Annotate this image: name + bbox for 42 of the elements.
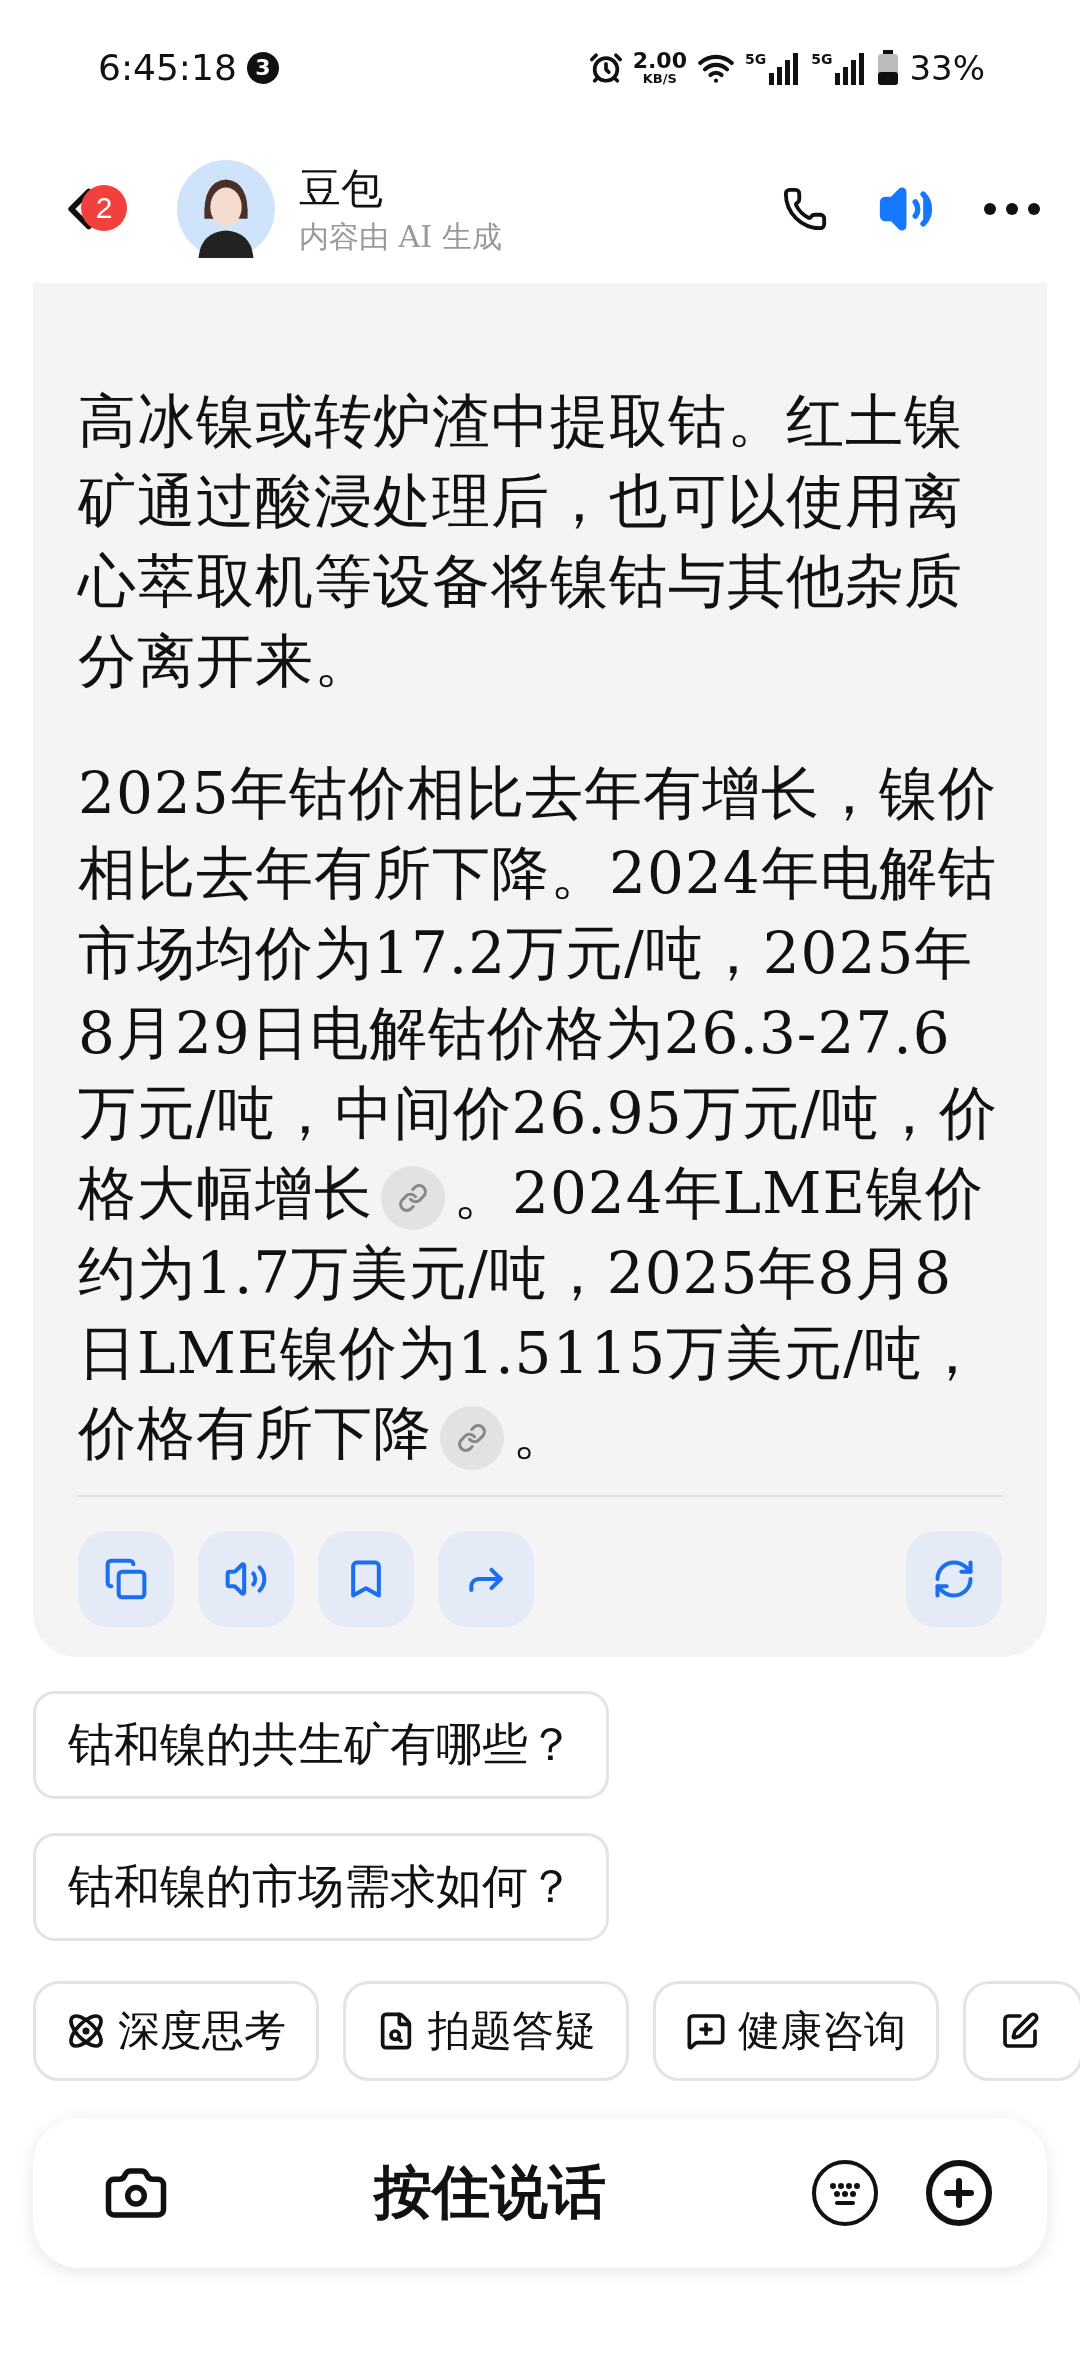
atom-icon (66, 2011, 106, 2051)
battery-icon (877, 49, 900, 86)
answer-paragraph: 高冰镍或转炉渣中提取钴。红土镍矿通过酸浸处理后，也可以使用离心萃取机等设备将镍钴与其他杂质分离开来。 (78, 386, 964, 697)
copy-icon (104, 1557, 148, 1601)
network-speed: 2.00 (632, 50, 687, 72)
more-icon (984, 203, 1040, 215)
network-speed-unit: KB/S (642, 72, 677, 85)
network-type: 5G (744, 50, 767, 67)
link-icon (457, 1422, 487, 1453)
call-button[interactable] (782, 186, 828, 232)
add-button[interactable] (923, 2157, 995, 2229)
suggested-question[interactable]: 钴和镍的市场需求如何？ (33, 1833, 609, 1941)
tool-chip[interactable]: 深度思考 (33, 1981, 319, 2081)
regenerate-button[interactable] (906, 1531, 1002, 1627)
network-type: 5G (811, 50, 833, 67)
phone-icon (782, 186, 828, 232)
clock-time: 6:45:18 (98, 47, 237, 88)
chat-plus-icon (686, 2011, 726, 2051)
tool-chip[interactable]: 拍题答疑 (343, 1981, 629, 2081)
unread-badge: 2 (81, 185, 127, 231)
link-icon (398, 1182, 428, 1213)
bot-name: 豆包 (299, 162, 384, 215)
read-aloud-button[interactable] (198, 1531, 294, 1627)
more-button[interactable] (984, 203, 1040, 215)
tool-chip[interactable]: 健康咨询 (653, 1981, 939, 2081)
answer-paragraph: 2025年钴价相比去年有增长，镍价相比去年有所下降。2024年电解钴市场均价为17.2万元/吨，2025年8月29日电解钴价格为26.3-27.6万元/吨，中间价26.95万元/吨，价格大幅增长 。2024年LME镍价约为1.7万美元/吨，2025年8月8日LME镍价为1.5115万美元/吨，价格有所下降 。 (78, 753, 1002, 1473)
refresh-icon (932, 1557, 976, 1601)
tool-chip[interactable] (963, 1981, 1080, 2081)
notification-count: 3 (246, 51, 279, 84)
ai-generated-note: 内容由 AI 生成 (299, 217, 503, 256)
suggested-question[interactable]: 钴和镍的共生矿有哪些？ (33, 1691, 609, 1799)
copy-button[interactable] (78, 1531, 174, 1627)
hold-to-talk-button[interactable]: 按住说话 (169, 2153, 811, 2233)
edit-icon (1000, 2011, 1040, 2051)
keyboard-button[interactable] (811, 2159, 879, 2227)
keyboard-icon (811, 2159, 879, 2227)
alarm-icon (588, 50, 623, 85)
bookmark-button[interactable] (318, 1531, 414, 1627)
share-button[interactable] (438, 1531, 534, 1627)
back-button[interactable]: 2 (45, 169, 135, 249)
battery-percent: 33% (909, 47, 985, 88)
plus-icon (923, 2157, 995, 2229)
